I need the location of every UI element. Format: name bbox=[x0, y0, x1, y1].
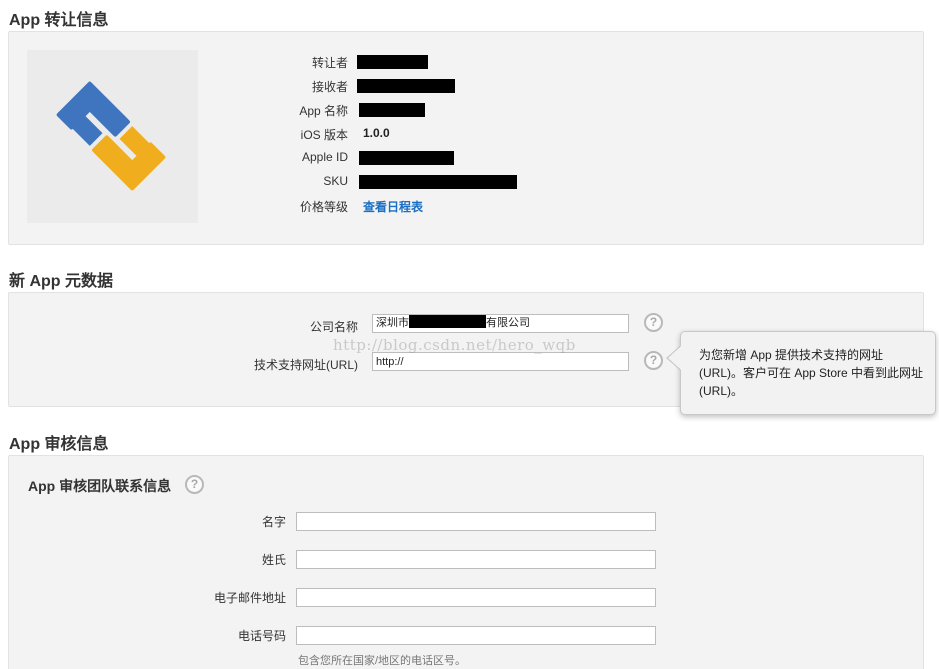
review-section-title: App 审核信息 bbox=[9, 436, 109, 453]
company-name-field[interactable]: 深圳市 有限公司 bbox=[372, 314, 629, 333]
first-name-input[interactable] bbox=[296, 512, 656, 531]
phone-label: 电话号码 bbox=[237, 629, 286, 643]
company-name-label: 公司名称 bbox=[309, 320, 358, 334]
help-icon[interactable]: ? bbox=[644, 313, 663, 332]
redacted-value bbox=[357, 55, 428, 69]
ios-version-value: 1.0.0 bbox=[363, 126, 390, 140]
transfer-row-label: 接收者 bbox=[311, 80, 348, 94]
email-label: 电子邮件地址 bbox=[213, 591, 286, 605]
email-input[interactable] bbox=[296, 588, 656, 607]
transfer-row-label: SKU bbox=[323, 174, 348, 188]
help-icon-support-url[interactable]: ? bbox=[644, 351, 663, 370]
redacted-value bbox=[357, 79, 455, 93]
app-logo-icon bbox=[56, 81, 166, 191]
app-icon bbox=[27, 50, 198, 223]
redacted-value bbox=[359, 151, 454, 165]
transfer-section-title: App 转让信息 bbox=[9, 12, 109, 29]
review-contact-title: App 审核团队联系信息 bbox=[28, 478, 172, 494]
help-icon-review[interactable]: ? bbox=[185, 475, 204, 494]
redacted-value bbox=[359, 175, 517, 189]
tooltip-arrow-inner bbox=[668, 346, 681, 370]
transfer-row-label: 价格等级 bbox=[299, 200, 348, 214]
company-name-prefix: 深圳市 bbox=[376, 317, 409, 329]
redacted-bar bbox=[409, 315, 486, 328]
last-name-input[interactable] bbox=[296, 550, 656, 569]
transfer-row-label: App 名称 bbox=[299, 104, 348, 118]
phone-input[interactable] bbox=[296, 626, 656, 645]
last-name-label: 姓氏 bbox=[261, 553, 286, 567]
redacted-value bbox=[359, 103, 425, 117]
transfer-row-label: Apple ID bbox=[301, 150, 348, 164]
transfer-row-label: iOS 版本 bbox=[300, 128, 348, 142]
first-name-label: 名字 bbox=[261, 515, 286, 529]
support-url-tooltip: 为您新增 App 提供技术支持的网址 (URL)。客户可在 App Store … bbox=[680, 331, 936, 415]
support-url-input[interactable] bbox=[372, 352, 629, 371]
support-url-label: 技术支持网址(URL) bbox=[254, 358, 358, 372]
transfer-row-label: 转让者 bbox=[311, 56, 348, 70]
tooltip-text: 为您新增 App 提供技术支持的网址 (URL)。客户可在 App Store … bbox=[699, 348, 924, 398]
metadata-section-title: 新 App 元数据 bbox=[9, 273, 113, 290]
company-name-suffix: 有限公司 bbox=[486, 317, 530, 329]
phone-hint: 包含您所在国家/地区的电话区号。 bbox=[298, 655, 467, 667]
view-schedule-link[interactable]: 查看日程表 bbox=[363, 198, 423, 215]
